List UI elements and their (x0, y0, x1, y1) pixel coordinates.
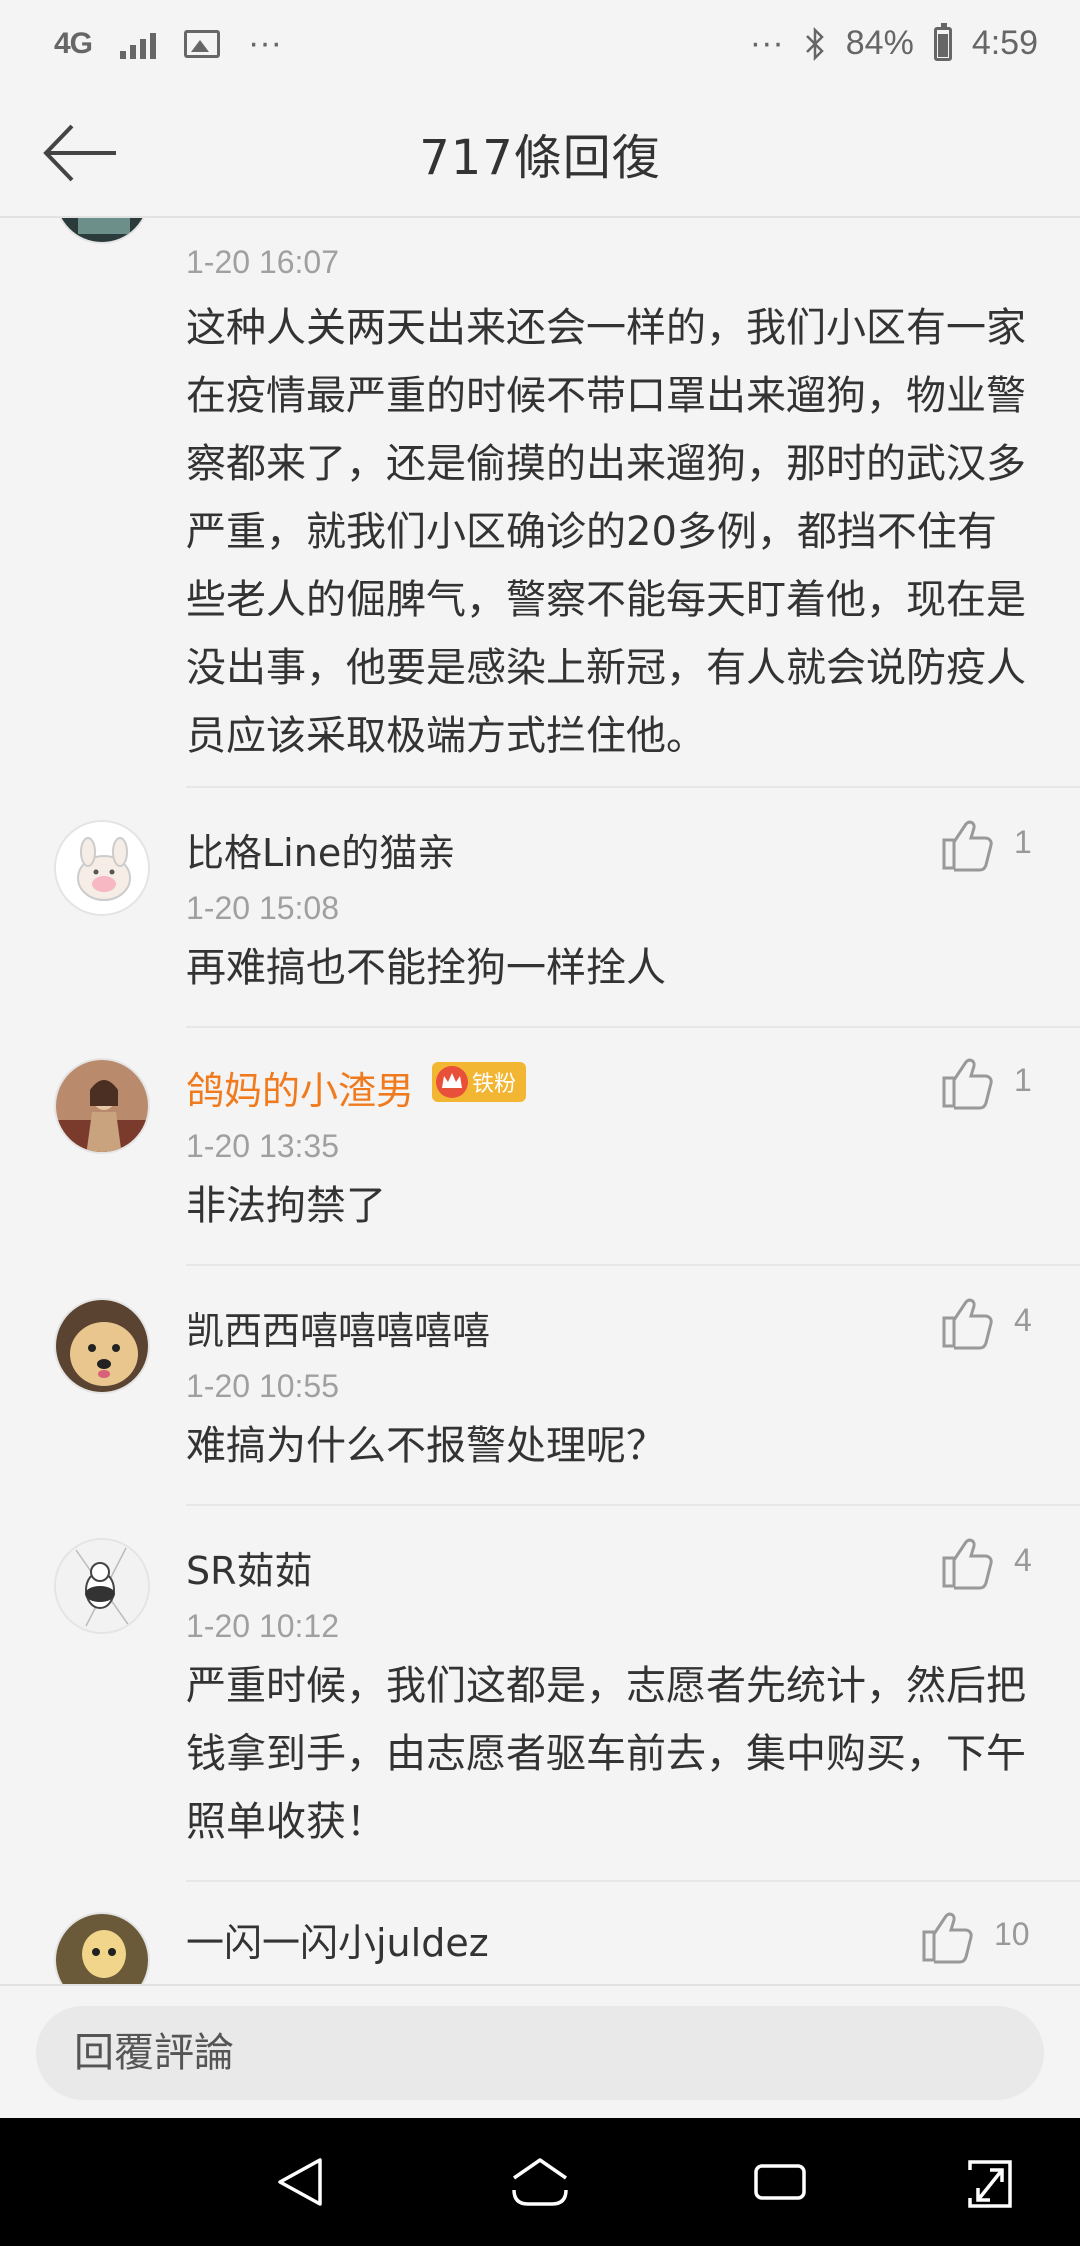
username[interactable]: 凯西西嘻嘻嘻嘻嘻 (186, 1300, 490, 1355)
reply-bar: 回覆評論 (0, 1984, 1080, 2118)
recents-icon[interactable] (752, 2156, 808, 2208)
comment-time: 1-20 10:12 (186, 1608, 340, 1644)
avatar[interactable] (54, 1538, 150, 1634)
username[interactable]: SR茹茹 (186, 1540, 313, 1595)
thumbs-up-icon[interactable] (940, 1056, 996, 1110)
system-nav-bar (0, 2118, 1080, 2246)
status-bar: 4G ··· ··· 84% 4:59 (0, 0, 1080, 90)
comment-item: 1-20 16:07 这种人关两天出来还会一样的，我们小区有一家在疫情最严重的时… (0, 218, 1080, 788)
thumbs-up-icon[interactable] (920, 1910, 976, 1964)
like-count: 4 (1014, 1302, 1032, 1338)
more-status-icon: ··· (749, 24, 784, 62)
username[interactable]: 鸽妈的小渣男 (186, 1060, 414, 1115)
header: 717條回復 (0, 90, 1080, 218)
like-count: 4 (1014, 1542, 1032, 1578)
comment-text: 难搞为什么不报警处理呢？ (186, 1423, 666, 1469)
fan-badge: 铁粉 (432, 1062, 526, 1102)
clock: 4:59 (971, 24, 1038, 62)
comment-item: 比格Line的猫亲 1 1-20 15:08 再难搞也不能拴狗一样拴人 (0, 788, 1080, 1028)
back-triangle-icon[interactable] (274, 2156, 326, 2208)
username[interactable]: 比格Line的猫亲 (186, 822, 455, 877)
like-count: 1 (1014, 1062, 1032, 1098)
comment-text: 再难搞也不能拴狗一样拴人 (186, 945, 666, 991)
reply-input[interactable]: 回覆評論 (36, 2006, 1044, 2100)
comment-item: 一闪一闪小juldez 10 (0, 1882, 1080, 1984)
like-count: 1 (1014, 824, 1032, 860)
comment-time: 1-20 16:07 (186, 244, 340, 280)
avatar[interactable] (54, 1298, 150, 1394)
crown-icon (436, 1066, 468, 1098)
home-icon[interactable] (510, 2156, 570, 2208)
expand-icon[interactable] (964, 2156, 1016, 2212)
avatar[interactable] (54, 218, 150, 244)
thumbs-up-icon[interactable] (940, 1296, 996, 1350)
network-type: 4G (54, 26, 93, 60)
username[interactable]: 一闪一闪小juldez (186, 1912, 489, 1967)
battery-percent: 84% (845, 24, 914, 62)
comment-item: SR茹茹 4 1-20 10:12 严重时候，我们这都是，志愿者先统计，然后把钱… (0, 1506, 1080, 1882)
comment-time: 1-20 13:35 (186, 1128, 340, 1164)
comment-item: 凯西西嘻嘻嘻嘻嘻 4 1-20 10:55 难搞为什么不报警处理呢？ (0, 1266, 1080, 1506)
comment-list[interactable]: 1-20 16:07 这种人关两天出来还会一样的，我们小区有一家在疫情最严重的时… (0, 218, 1080, 1984)
thumbs-up-icon[interactable] (940, 1536, 996, 1590)
comment-text: 严重时候，我们这都是，志愿者先统计，然后把钱拿到手，由志愿者驱车前去，集中购买，… (186, 1663, 1026, 1845)
page-title: 717條回復 (419, 130, 661, 186)
comment-text: 这种人关两天出来还会一样的，我们小区有一家在疫情最严重的时候不带口罩出来遛狗，物… (186, 305, 1026, 759)
more-notifications-icon: ··· (248, 24, 282, 62)
comment-item: 鸽妈的小渣男 铁粉 1 1-20 13:35 非法拘禁了 (0, 1028, 1080, 1266)
thumbs-up-icon[interactable] (940, 818, 996, 872)
comment-time: 1-20 15:08 (186, 890, 340, 926)
like-count: 10 (994, 1916, 1030, 1952)
image-icon (184, 29, 221, 58)
avatar[interactable] (54, 1912, 150, 1984)
comment-text: 非法拘禁了 (186, 1183, 386, 1229)
comment-time: 1-20 10:55 (186, 1368, 340, 1404)
battery-icon (933, 22, 952, 61)
avatar[interactable] (54, 820, 150, 916)
bluetooth-icon (805, 26, 824, 61)
avatar[interactable] (54, 1058, 150, 1154)
signal-icon (120, 29, 157, 59)
fan-badge-label: 铁粉 (472, 1072, 517, 1097)
